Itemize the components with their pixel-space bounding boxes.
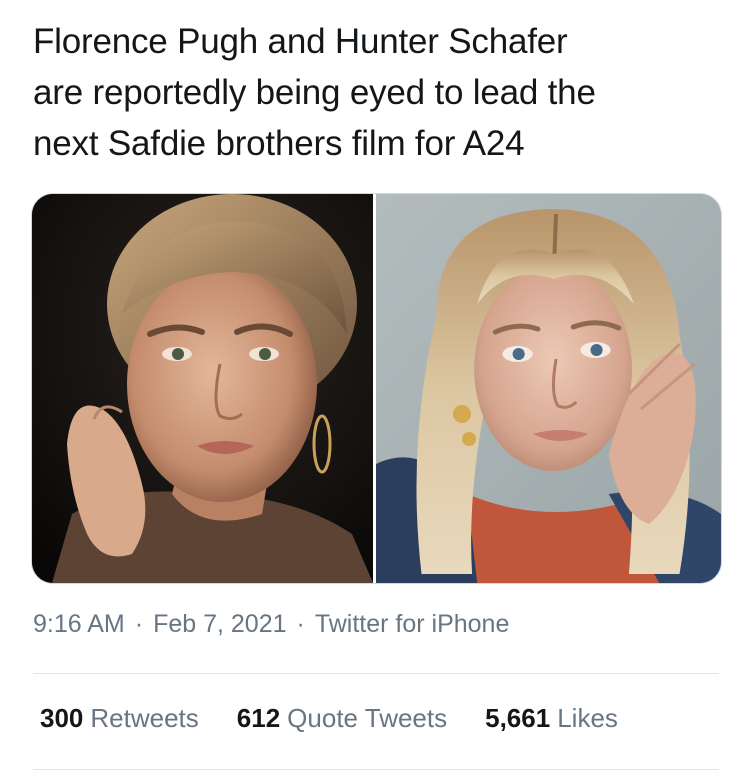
- quote-tweets-label: Quote Tweets: [287, 703, 448, 733]
- photo-florence-pugh[interactable]: [32, 194, 373, 583]
- tweet-metadata: 9:16 AM · Feb 7, 2021 · Twitter for iPho…: [33, 610, 509, 639]
- tweet-source[interactable]: Twitter for iPhone: [315, 610, 510, 639]
- meta-separator: ·: [134, 610, 144, 638]
- likes-label: Likes: [557, 703, 618, 733]
- divider-top: [33, 673, 719, 674]
- tweet-time[interactable]: 9:16 AM: [33, 610, 125, 639]
- tweet-text: Florence Pugh and Hunter Schafer are rep…: [33, 22, 596, 163]
- retweets-label: Retweets: [90, 703, 199, 733]
- quote-tweets-count: 612: [236, 703, 281, 733]
- portrait-photo-left: [32, 194, 373, 583]
- meta-separator: ·: [296, 610, 305, 638]
- tweet-media-grid: [31, 193, 722, 584]
- retweets-count: 300: [40, 703, 84, 733]
- likes-count: 5,661: [485, 703, 551, 733]
- likes-stat[interactable]: 5,661 Likes: [485, 703, 618, 734]
- divider-bottom: [33, 769, 719, 770]
- quote-tweets-stat[interactable]: 612 Quote Tweets: [237, 703, 447, 734]
- retweets-stat[interactable]: 300 Retweets: [40, 703, 199, 734]
- tweet-stats: 300 Retweets 612 Quote Tweets 5,661 Like…: [40, 703, 618, 734]
- photo-hunter-schafer[interactable]: [376, 194, 721, 583]
- portrait-photo-right: [376, 194, 721, 583]
- tweet-date[interactable]: Feb 7, 2021: [153, 610, 286, 639]
